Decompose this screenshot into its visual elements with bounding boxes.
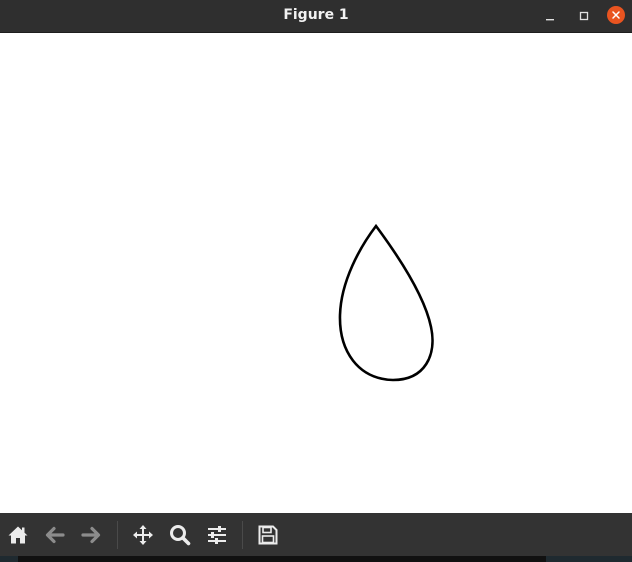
- arrow-left-icon: [45, 526, 65, 544]
- magnifier-icon: [170, 525, 191, 546]
- minimize-button[interactable]: [540, 6, 560, 26]
- figure-window: ZI ax Figure 1: [0, 0, 632, 562]
- home-icon: [8, 526, 28, 544]
- bottom-edge: [0, 556, 632, 562]
- move-arrows-icon: [133, 525, 153, 545]
- figure-canvas[interactable]: [0, 33, 632, 513]
- maximize-icon: [579, 11, 589, 21]
- taskbar-shadow: [18, 556, 546, 562]
- arrow-right-icon: [81, 526, 101, 544]
- toolbar-separator: [117, 521, 118, 549]
- save-button[interactable]: [254, 521, 282, 549]
- navigation-toolbar: [0, 513, 632, 556]
- minimize-icon: [546, 19, 554, 21]
- zoom-button[interactable]: [166, 521, 194, 549]
- pan-button[interactable]: [129, 521, 157, 549]
- teardrop-shape: [338, 223, 434, 382]
- back-button[interactable]: [41, 521, 69, 549]
- close-icon: [612, 11, 620, 19]
- home-button[interactable]: [4, 521, 32, 549]
- toolbar-separator: [242, 521, 243, 549]
- window-title: Figure 1: [283, 7, 349, 23]
- maximize-button[interactable]: [574, 6, 594, 26]
- close-button[interactable]: [607, 6, 625, 24]
- plot-area: [338, 223, 434, 382]
- sliders-icon: [208, 526, 226, 544]
- configure-subplots-button[interactable]: [203, 521, 231, 549]
- forward-button[interactable]: [77, 521, 105, 549]
- title-bar: Figure 1: [0, 0, 632, 33]
- floppy-disk-icon: [258, 525, 278, 545]
